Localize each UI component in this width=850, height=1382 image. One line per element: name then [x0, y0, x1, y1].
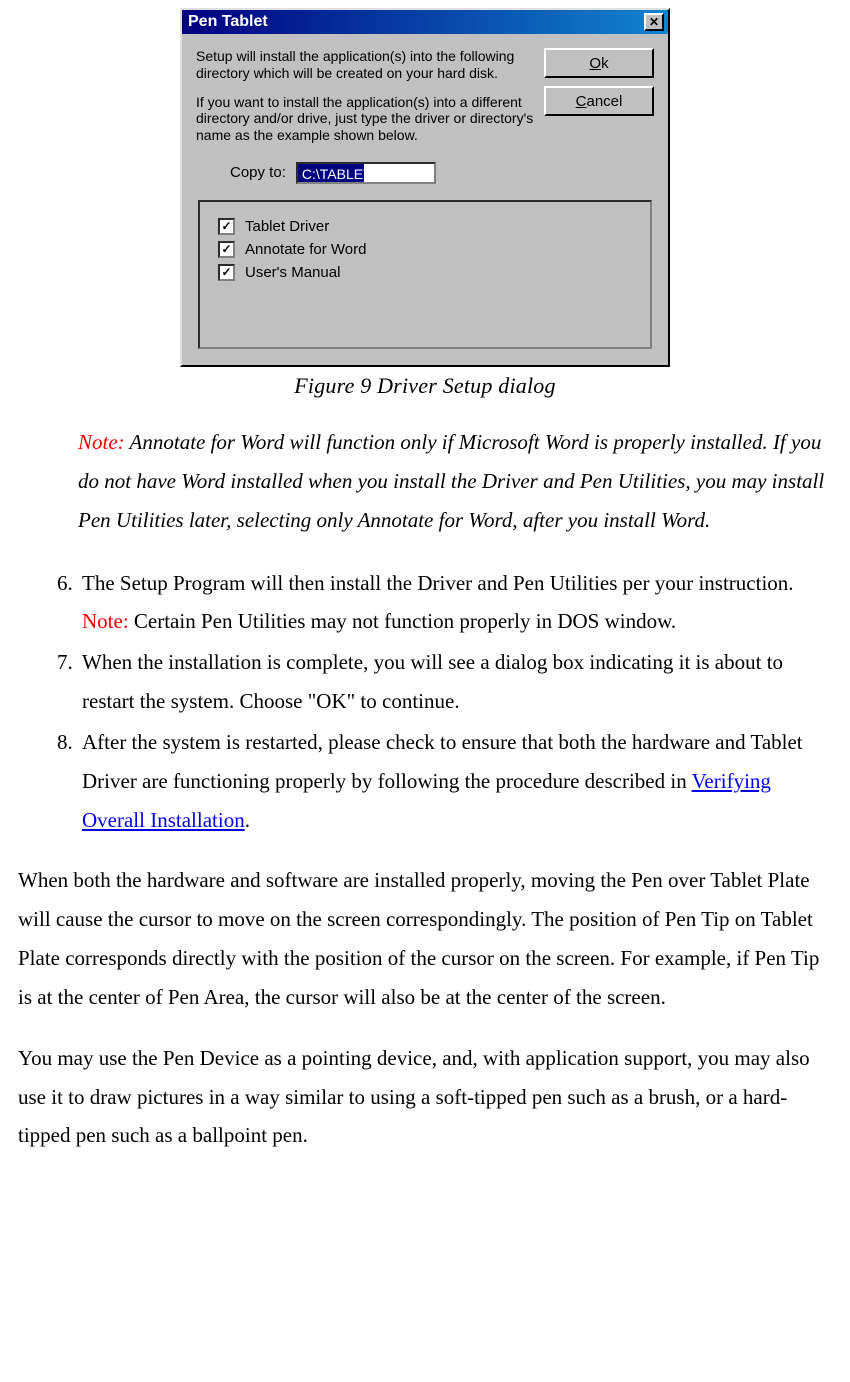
ok-button[interactable]: Ok	[544, 48, 654, 78]
option-label: Tablet Driver	[245, 218, 329, 235]
copy-to-input[interactable]: C:\TABLET	[296, 162, 436, 184]
checkbox-icon[interactable]: ✓	[218, 241, 235, 258]
steps-list: The Setup Program will then install the …	[32, 564, 832, 840]
options-panel: ✓ Tablet Driver ✓ Annotate for Word ✓ Us…	[198, 200, 652, 349]
note-text: Annotate for Word will function only if …	[78, 430, 824, 532]
close-icon: ✕	[649, 15, 659, 29]
step-7: When the installation is complete, you w…	[78, 643, 832, 721]
option-annotate-word[interactable]: ✓ Annotate for Word	[218, 241, 638, 258]
step-6: The Setup Program will then install the …	[78, 564, 832, 642]
option-users-manual[interactable]: ✓ User's Manual	[218, 264, 638, 281]
option-tablet-driver[interactable]: ✓ Tablet Driver	[218, 218, 638, 235]
paragraph-1: When both the hardware and software are …	[18, 861, 832, 1016]
dialog-text-1: Setup will install the application(s) in…	[196, 48, 534, 82]
pen-tablet-dialog: Pen Tablet ✕ Setup will install the appl…	[180, 8, 670, 367]
dialog-text-2: If you want to install the application(s…	[196, 94, 534, 144]
close-button[interactable]: ✕	[644, 13, 664, 31]
dialog-title: Pen Tablet	[188, 13, 268, 31]
paragraph-2: You may use the Pen Device as a pointing…	[18, 1039, 832, 1156]
copy-to-label: Copy to:	[230, 164, 286, 181]
note-label-inline: Note:	[82, 609, 129, 633]
checkbox-icon[interactable]: ✓	[218, 218, 235, 235]
figure-caption: Figure 9 Driver Setup dialog	[0, 373, 850, 399]
cancel-button[interactable]: Cancel	[544, 86, 654, 116]
checkbox-icon[interactable]: ✓	[218, 264, 235, 281]
option-label: Annotate for Word	[245, 241, 366, 258]
step-8: After the system is restarted, please ch…	[78, 723, 832, 840]
option-label: User's Manual	[245, 264, 340, 281]
note-label: Note:	[78, 430, 125, 454]
note-paragraph: Note: Annotate for Word will function on…	[78, 423, 832, 540]
dialog-titlebar: Pen Tablet ✕	[182, 10, 668, 34]
